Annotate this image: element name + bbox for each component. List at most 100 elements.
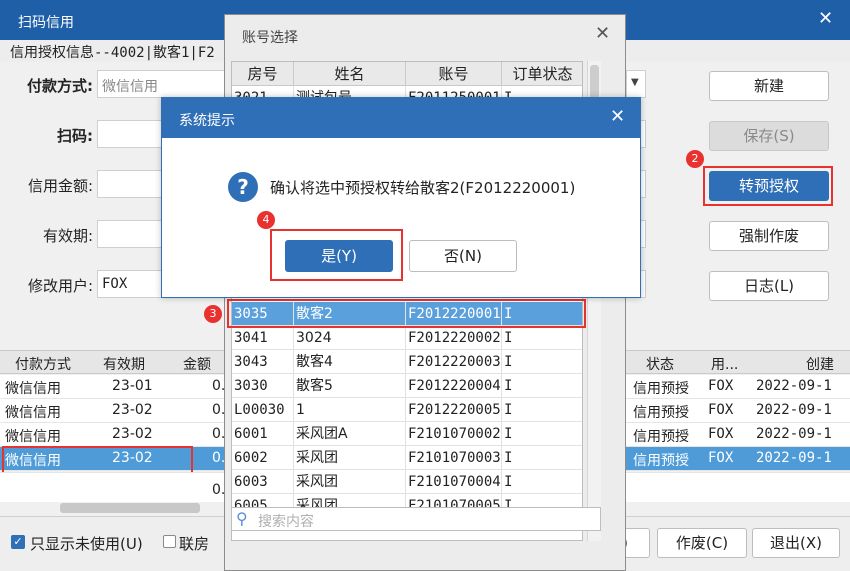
cell-room: 3043 bbox=[232, 350, 294, 374]
confirm-message: 确认将选中预授权转给散客2(F2012220001) bbox=[270, 179, 576, 197]
cell-status: I bbox=[502, 446, 582, 470]
step-badge-2: 2 bbox=[686, 150, 704, 168]
cell-account: F2012220004 bbox=[406, 374, 502, 398]
credit-amount-label: 信用金额: bbox=[27, 177, 93, 195]
cell-status: I bbox=[502, 470, 582, 494]
force-void-button[interactable]: 强制作废 bbox=[709, 221, 829, 251]
system-prompt-title-bar: 系统提示 ✕ bbox=[162, 98, 640, 138]
cell-method: 微信信用 bbox=[5, 405, 61, 421]
col-name: 姓名 bbox=[294, 62, 406, 86]
cell-status: I bbox=[502, 422, 582, 446]
cell-user: FOX bbox=[708, 402, 734, 418]
checkbox-linked-room[interactable] bbox=[163, 535, 176, 548]
cell-room: 3030 bbox=[232, 374, 294, 398]
search-icon: ⚲ bbox=[236, 509, 248, 528]
account-table-header: 房号 姓名 账号 订单状态 bbox=[232, 62, 582, 86]
cell-account: F2101070003 bbox=[406, 446, 502, 470]
payment-dropdown[interactable]: ▼ bbox=[626, 70, 646, 98]
cell-account: F2012220005 bbox=[406, 398, 502, 422]
account-row[interactable]: 3041 3024 F2012220002 I bbox=[232, 326, 582, 350]
chevron-down-icon: ▼ bbox=[631, 77, 639, 88]
account-row[interactable]: 6001 采风团A F2101070002 I bbox=[232, 422, 582, 446]
validity-label: 有效期: bbox=[42, 227, 93, 245]
horizontal-scrollbar[interactable] bbox=[60, 503, 200, 513]
main-close-icon[interactable]: ✕ bbox=[818, 8, 833, 29]
col-payment-method: 付款方式 bbox=[15, 357, 71, 373]
col-account: 账号 bbox=[406, 62, 502, 86]
save-button[interactable]: 保存(S) bbox=[709, 121, 829, 151]
cell-status: 信用预授 bbox=[633, 405, 689, 421]
cell-method: 微信信用 bbox=[5, 381, 61, 397]
cell-user: FOX bbox=[708, 426, 734, 442]
account-row[interactable]: 6003 采风团 F2101070004 I bbox=[232, 470, 582, 494]
cell-status: 信用预授 bbox=[633, 381, 689, 397]
log-button[interactable]: 日志(L) bbox=[709, 271, 829, 301]
question-icon: ? bbox=[228, 172, 258, 202]
account-row[interactable]: 3043 散客4 F2012220003 I bbox=[232, 350, 582, 374]
cell-name: 采风团 bbox=[294, 470, 406, 494]
cell-name: 散客4 bbox=[294, 350, 406, 374]
modify-user-label: 修改用户: bbox=[27, 277, 93, 295]
credit-auth-info: 信用授权信息--4002|散客1|F2 bbox=[10, 45, 215, 61]
step-badge-4: 4 bbox=[257, 211, 275, 229]
payment-method-label: 付款方式: bbox=[27, 77, 93, 95]
main-window-title: 扫码信用 bbox=[18, 15, 74, 31]
exit-button[interactable]: 退出(X) bbox=[752, 528, 840, 558]
cell-status: 信用预授 bbox=[633, 429, 689, 445]
account-row[interactable]: 6002 采风团 F2101070003 I bbox=[232, 446, 582, 470]
account-row[interactable]: 3030 散客5 F2012220004 I bbox=[232, 374, 582, 398]
void-button[interactable]: 作废(C) bbox=[657, 528, 747, 558]
cell-account: F2101070004 bbox=[406, 470, 502, 494]
account-search-input[interactable]: ⚲ 搜索内容 bbox=[231, 507, 601, 531]
system-prompt-close-icon[interactable]: ✕ bbox=[610, 106, 625, 127]
cell-account: F2012220003 bbox=[406, 350, 502, 374]
col-status: 状态 bbox=[646, 357, 674, 373]
payment-method-field[interactable]: 微信信用 bbox=[97, 70, 227, 98]
cell-name: 3024 bbox=[294, 326, 406, 350]
only-unused-label: 只显示未使用(U) bbox=[30, 535, 143, 553]
cell-room: 6001 bbox=[232, 422, 294, 446]
cell-validity: 23-01 bbox=[112, 378, 153, 394]
col-amount: 金额 bbox=[183, 357, 211, 373]
modify-user-value: FOX bbox=[102, 276, 128, 292]
checkbox-only-unused[interactable]: ✓ bbox=[11, 535, 25, 549]
cell-created: 2022-09-1 bbox=[756, 378, 832, 394]
cell-room: L00030 bbox=[232, 398, 294, 422]
cell-created: 2022-09-1 bbox=[756, 450, 832, 466]
cell-method: 微信信用 bbox=[5, 429, 61, 445]
scan-label: 扫码: bbox=[57, 127, 93, 145]
col-room: 房号 bbox=[232, 62, 294, 86]
yes-button[interactable]: 是(Y) bbox=[285, 240, 393, 272]
account-dialog-title: 账号选择 bbox=[242, 30, 298, 46]
col-order-status: 订单状态 bbox=[502, 62, 582, 86]
transfer-preauth-button[interactable]: 转预授权 bbox=[709, 171, 829, 201]
no-button[interactable]: 否(N) bbox=[409, 240, 517, 272]
account-row[interactable]: L00030 1 F2012220005 I bbox=[232, 398, 582, 422]
system-prompt-title: 系统提示 bbox=[179, 113, 235, 129]
system-prompt-dialog: 系统提示 ✕ ? 确认将选中预授权转给散客2(F2012220001) 是(Y)… bbox=[161, 97, 641, 298]
cell-validity: 23-02 bbox=[112, 402, 153, 418]
cell-account: F2101070002 bbox=[406, 422, 502, 446]
cell-account: F2012220002 bbox=[406, 326, 502, 350]
col-created: 创建 bbox=[806, 357, 834, 373]
cell-name: 采风团 bbox=[294, 446, 406, 470]
cell-name: 1 bbox=[294, 398, 406, 422]
cell-status: I bbox=[502, 398, 582, 422]
cell-created: 2022-09-1 bbox=[756, 402, 832, 418]
step-badge-3: 3 bbox=[204, 305, 222, 323]
cell-created: 2022-09-1 bbox=[756, 426, 832, 442]
cell-room: 6002 bbox=[232, 446, 294, 470]
cell-room: 6003 bbox=[232, 470, 294, 494]
cell-user: FOX bbox=[708, 378, 734, 394]
cell-name: 散客5 bbox=[294, 374, 406, 398]
account-close-icon[interactable]: ✕ bbox=[595, 23, 610, 44]
cell-user: FOX bbox=[708, 450, 734, 466]
cell-status: I bbox=[502, 350, 582, 374]
payment-method-value: 微信信用 bbox=[102, 79, 158, 95]
cell-validity: 23-02 bbox=[112, 426, 153, 442]
new-button[interactable]: 新建 bbox=[709, 71, 829, 101]
cell-name: 采风团A bbox=[294, 422, 406, 446]
col-validity: 有效期 bbox=[103, 357, 145, 373]
cell-status: I bbox=[502, 374, 582, 398]
search-placeholder: 搜索内容 bbox=[258, 514, 314, 530]
